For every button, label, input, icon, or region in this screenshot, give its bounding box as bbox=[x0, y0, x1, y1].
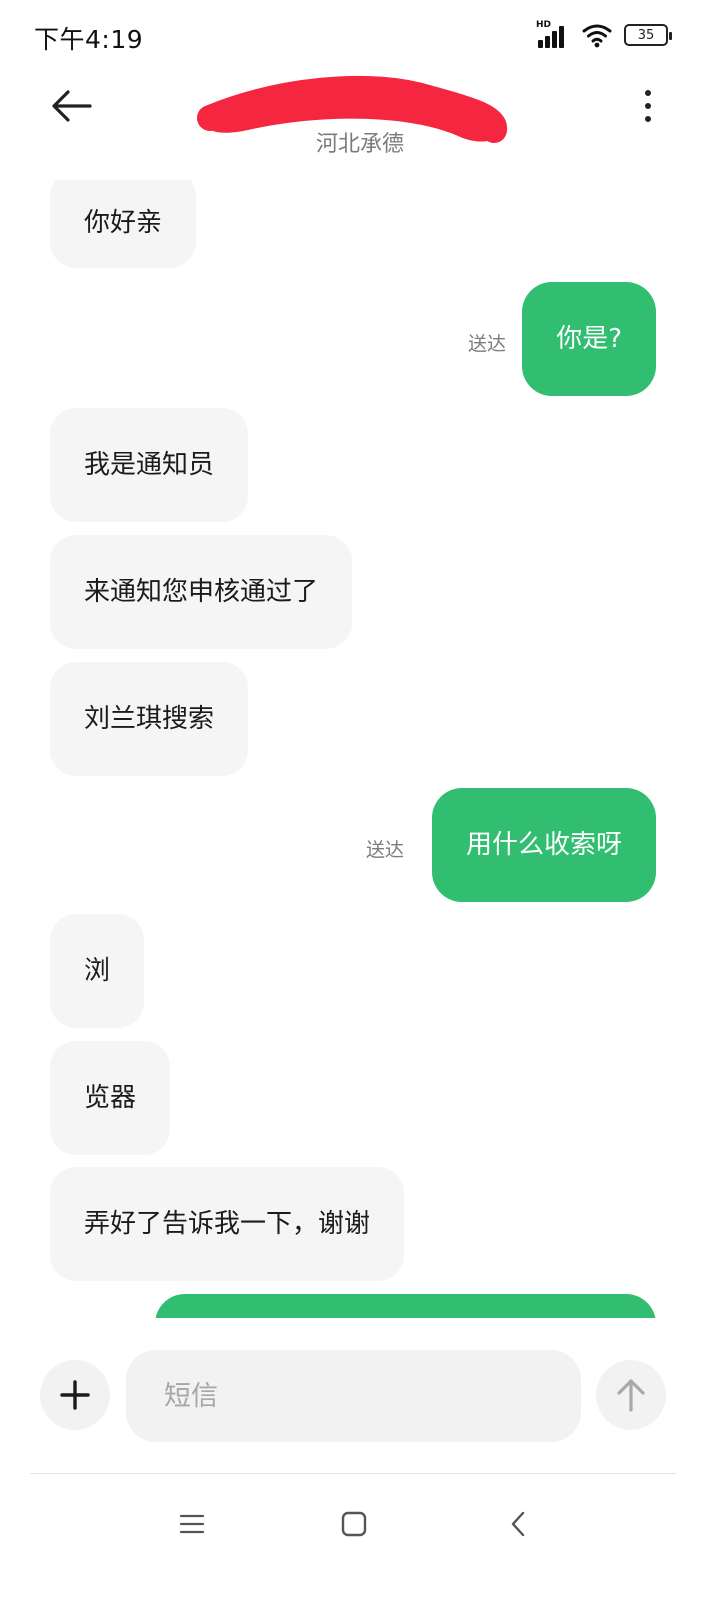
redaction-mark bbox=[197, 76, 507, 143]
home-square-icon bbox=[341, 1511, 367, 1537]
arrow-up-icon bbox=[617, 1379, 645, 1412]
more-vertical-icon bbox=[645, 90, 651, 96]
send-button[interactable] bbox=[596, 1360, 666, 1430]
outgoing-message-bubble[interactable]: 用什么收索呀 bbox=[431, 788, 656, 902]
arrow-left-icon bbox=[52, 90, 92, 122]
battery-level: 35 bbox=[637, 27, 655, 43]
delivery-status: 送达 bbox=[467, 333, 506, 355]
nav-menu-button[interactable] bbox=[170, 1502, 214, 1546]
incoming-message-bubble[interactable]: 浏 bbox=[50, 914, 145, 1028]
plus-icon bbox=[60, 1380, 90, 1410]
message-row: 弄好了告诉我一下，谢谢 bbox=[0, 1167, 720, 1281]
sms-conversation-screen: 下午4:19 HD 35 河北承德 你好亲 送达 你是? 我是通知员 来通知您申… bbox=[0, 0, 720, 1600]
incoming-message-bubble[interactable]: 刘兰琪搜索 bbox=[50, 662, 249, 776]
message-list[interactable]: 你好亲 送达 你是? 我是通知员 来通知您申核通过了 刘兰琪搜索 送达 用什么收… bbox=[0, 180, 720, 1318]
message-row: 我是通知员 bbox=[0, 408, 720, 522]
message-row: 刘兰琪搜索 bbox=[0, 662, 720, 776]
message-row: 送达 用什么收索呀 bbox=[0, 788, 720, 902]
message-row: 你好亲 bbox=[0, 180, 720, 270]
status-icons: HD 35 bbox=[536, 20, 672, 50]
add-attachment-button[interactable] bbox=[40, 1360, 110, 1430]
nav-divider bbox=[30, 1473, 676, 1474]
sms-input[interactable] bbox=[126, 1350, 581, 1442]
incoming-message-bubble[interactable]: 弄好了告诉我一下，谢谢 bbox=[50, 1167, 405, 1281]
wifi-icon bbox=[582, 24, 612, 48]
nav-back-button[interactable] bbox=[496, 1502, 540, 1546]
incoming-message-bubble[interactable]: 来通知您申核通过了 bbox=[50, 535, 353, 649]
conversation-header: 河北承德 bbox=[0, 70, 720, 180]
message-row: 浏 bbox=[0, 914, 720, 1028]
message-row: 览器 bbox=[0, 1041, 720, 1155]
signal-icon: HD bbox=[536, 20, 570, 48]
incoming-message-bubble[interactable]: 我是通知员 bbox=[50, 408, 249, 522]
more-options-button[interactable] bbox=[636, 86, 660, 126]
system-navigation-bar bbox=[0, 1480, 720, 1600]
incoming-message-bubble[interactable]: 览器 bbox=[50, 1041, 171, 1155]
outgoing-message-bubble[interactable] bbox=[155, 1294, 656, 1318]
message-row: 来通知您申核通过了 bbox=[0, 535, 720, 649]
status-time: 下午4:19 bbox=[34, 25, 144, 54]
menu-icon bbox=[179, 1514, 205, 1534]
delivery-status: 送达 bbox=[365, 839, 404, 861]
status-bar: 下午4:19 HD 35 bbox=[0, 0, 720, 70]
message-row: 送达 你是? bbox=[0, 282, 720, 396]
contact-name-redacted bbox=[188, 70, 518, 154]
incoming-message-bubble[interactable]: 你好亲 bbox=[50, 180, 197, 268]
outgoing-message-bubble[interactable]: 你是? bbox=[522, 282, 656, 396]
message-row bbox=[0, 1294, 720, 1318]
nav-home-button[interactable] bbox=[332, 1502, 376, 1546]
back-button[interactable] bbox=[46, 84, 98, 128]
compose-bar bbox=[0, 1336, 720, 1456]
chevron-left-icon bbox=[511, 1511, 525, 1537]
hd-badge: HD bbox=[536, 20, 552, 30]
battery-icon: 35 bbox=[624, 24, 672, 46]
